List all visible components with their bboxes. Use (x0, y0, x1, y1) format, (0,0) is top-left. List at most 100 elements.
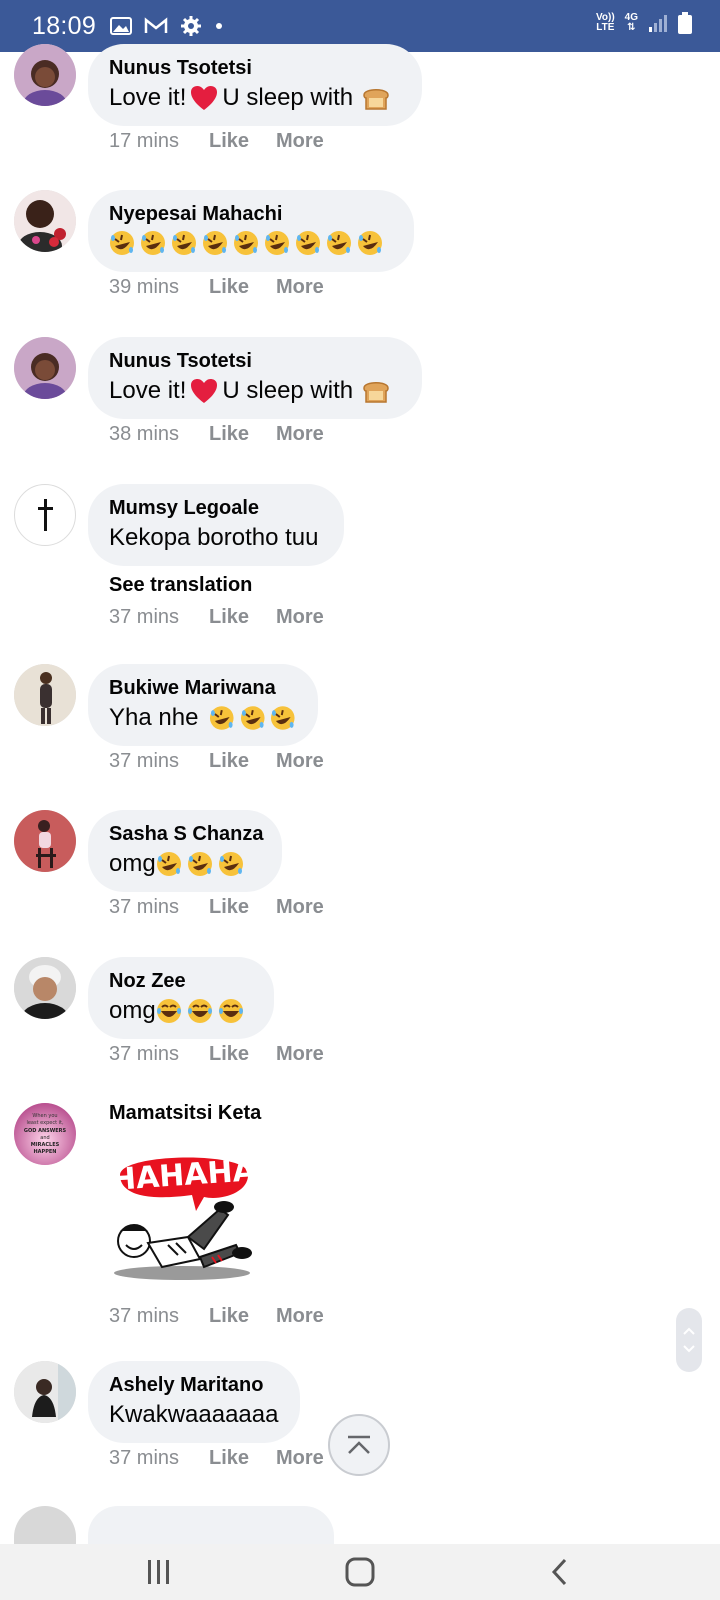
like-button[interactable]: Like (209, 276, 276, 299)
rolling-laughing-emoji-icon (156, 852, 181, 876)
scroll-to-top-button[interactable] (328, 1414, 390, 1476)
rolling-laughing-emoji-icon (187, 852, 212, 876)
avatar[interactable] (14, 810, 76, 872)
commenter-name[interactable]: Nunus Tsotetsi (109, 56, 400, 80)
comment-time[interactable]: 37 mins (109, 1305, 209, 1328)
comment-text: Kekopa borotho tuu (109, 524, 319, 551)
commenter-name[interactable]: Nunus Tsotetsi (109, 349, 400, 373)
home-icon[interactable] (345, 1557, 375, 1587)
comment-time[interactable]: 17 mins (109, 130, 209, 153)
comment-bubble[interactable]: Noz Zee omg (88, 957, 274, 1039)
comment-time[interactable]: 37 mins (109, 896, 209, 919)
see-translation-link[interactable]: See translation (109, 574, 252, 597)
scroll-to-top-icon (348, 1435, 370, 1454)
commenter-name[interactable]: Noz Zee (109, 969, 252, 993)
haha-sticker[interactable]: HAHAHA (108, 1145, 258, 1285)
comment-meta: 17 mins Like More (109, 130, 324, 153)
comment-meta: 37 mins Like More (109, 1043, 324, 1066)
comment-time[interactable]: 37 mins (109, 606, 209, 629)
comment-meta: 37 mins Like More (109, 606, 324, 629)
avatar[interactable] (14, 484, 76, 546)
avatar[interactable] (14, 1361, 76, 1423)
comment-bubble[interactable]: Sasha S Chanza omg (88, 810, 282, 892)
bread-emoji-icon (363, 89, 389, 110)
more-button[interactable]: More (276, 750, 324, 773)
more-button[interactable]: More (276, 276, 324, 299)
rolling-laughing-emoji-icon (296, 231, 320, 255)
svg-text:MIRACLES: MIRACLES (31, 1142, 60, 1148)
more-button[interactable]: More (276, 606, 324, 629)
comment-bubble[interactable]: Nyepesai Mahachi (88, 190, 414, 272)
like-button[interactable]: Like (209, 896, 276, 919)
commenter-name[interactable]: Bukiwe Mariwana (109, 676, 296, 700)
more-button[interactable]: More (276, 896, 324, 919)
comment-time[interactable]: 38 mins (109, 423, 209, 446)
comment-time[interactable]: 37 mins (109, 1447, 209, 1470)
recent-apps-icon[interactable] (145, 1558, 173, 1586)
avatar[interactable] (14, 664, 76, 726)
rolling-laughing-emoji-icon (172, 231, 196, 255)
comment-meta: 39 mins Like More (109, 276, 324, 299)
back-icon[interactable] (550, 1557, 570, 1587)
volte-indicator: Vo)) LTE (595, 12, 615, 33)
avatar[interactable] (14, 190, 76, 252)
like-button[interactable]: Like (209, 423, 276, 446)
comment-emojis (109, 230, 392, 256)
commenter-name[interactable]: Nyepesai Mahachi (109, 202, 392, 226)
rolling-laughing-emoji-icon (110, 231, 134, 255)
comment-text: Yha nhe (109, 702, 296, 734)
comment-time[interactable]: 37 mins (109, 750, 209, 773)
comment-meta: 37 mins Like More (109, 1305, 324, 1328)
comment-bubble[interactable]: Bukiwe Mariwana Yha nhe (88, 664, 318, 746)
more-button[interactable]: More (276, 1447, 324, 1470)
more-button[interactable]: More (276, 1305, 324, 1328)
comment-time[interactable]: 37 mins (109, 1043, 209, 1066)
comment-text: Love it! U sleep with (109, 375, 400, 407)
tears-of-joy-emoji-icon (156, 999, 181, 1023)
comment-text: Love it! U sleep with (109, 82, 400, 114)
like-button[interactable]: Like (209, 606, 276, 629)
avatar[interactable] (14, 337, 76, 399)
more-button[interactable]: More (276, 130, 324, 153)
like-button[interactable]: Like (209, 1043, 276, 1066)
rolling-laughing-emoji-icon (265, 231, 289, 255)
settings-icon (181, 16, 202, 36)
comment-bubble[interactable]: Nunus Tsotetsi Love it! U sleep with (88, 337, 422, 419)
like-button[interactable]: Like (209, 750, 276, 773)
next-comment-avatar-partial[interactable] (14, 1506, 76, 1546)
like-button[interactable]: Like (209, 130, 276, 153)
more-button[interactable]: More (276, 423, 324, 446)
avatar[interactable] (14, 44, 76, 106)
system-nav-bar (0, 1544, 720, 1600)
comment-bubble[interactable]: Mumsy Legoale Kekopa borotho tuu (88, 484, 344, 566)
fast-scroll-handle[interactable] (676, 1308, 702, 1372)
commenter-name[interactable]: Mumsy Legoale (109, 496, 322, 520)
next-comment-bubble-partial[interactable] (88, 1506, 334, 1546)
status-time: 18:09 (32, 11, 97, 40)
rolling-laughing-emoji-icon (358, 231, 382, 255)
rolling-laughing-emoji-icon (234, 231, 258, 255)
avatar[interactable] (14, 957, 76, 1019)
comment-bubble[interactable]: Ashely Maritano Kwakwaaaaaaa (88, 1361, 300, 1443)
like-button[interactable]: Like (209, 1447, 276, 1470)
avatar[interactable]: When you least expect it, GOD ANSWERS and MI… (14, 1103, 76, 1165)
rolling-laughing-emoji-icon (327, 231, 351, 255)
comment-meta: 37 mins Like More (109, 896, 324, 919)
comment-bubble[interactable]: Nunus Tsotetsi Love it! U sleep with (88, 44, 422, 126)
like-button[interactable]: Like (209, 1305, 276, 1328)
svg-text:and: and (40, 1135, 49, 1141)
commenter-name[interactable]: Mamatsitsi Keta (109, 1101, 261, 1125)
svg-text:least expect it,: least expect it, (26, 1120, 64, 1126)
rolling-laughing-emoji-icon (141, 231, 165, 255)
rolling-laughing-emoji-icon (203, 231, 227, 255)
commenter-name[interactable]: Sasha S Chanza (109, 822, 264, 846)
more-button[interactable]: More (276, 1043, 324, 1066)
comment-time[interactable]: 39 mins (109, 276, 209, 299)
svg-text:GOD ANSWERS: GOD ANSWERS (24, 1128, 67, 1134)
comment-meta: 37 mins Like More (109, 750, 324, 773)
red-heart-emoji-icon (191, 86, 218, 110)
gmail-icon (144, 17, 168, 33)
signal-icon (649, 15, 667, 32)
tears-of-joy-emoji-icon (218, 999, 243, 1023)
commenter-name[interactable]: Ashely Maritano (109, 1373, 278, 1397)
